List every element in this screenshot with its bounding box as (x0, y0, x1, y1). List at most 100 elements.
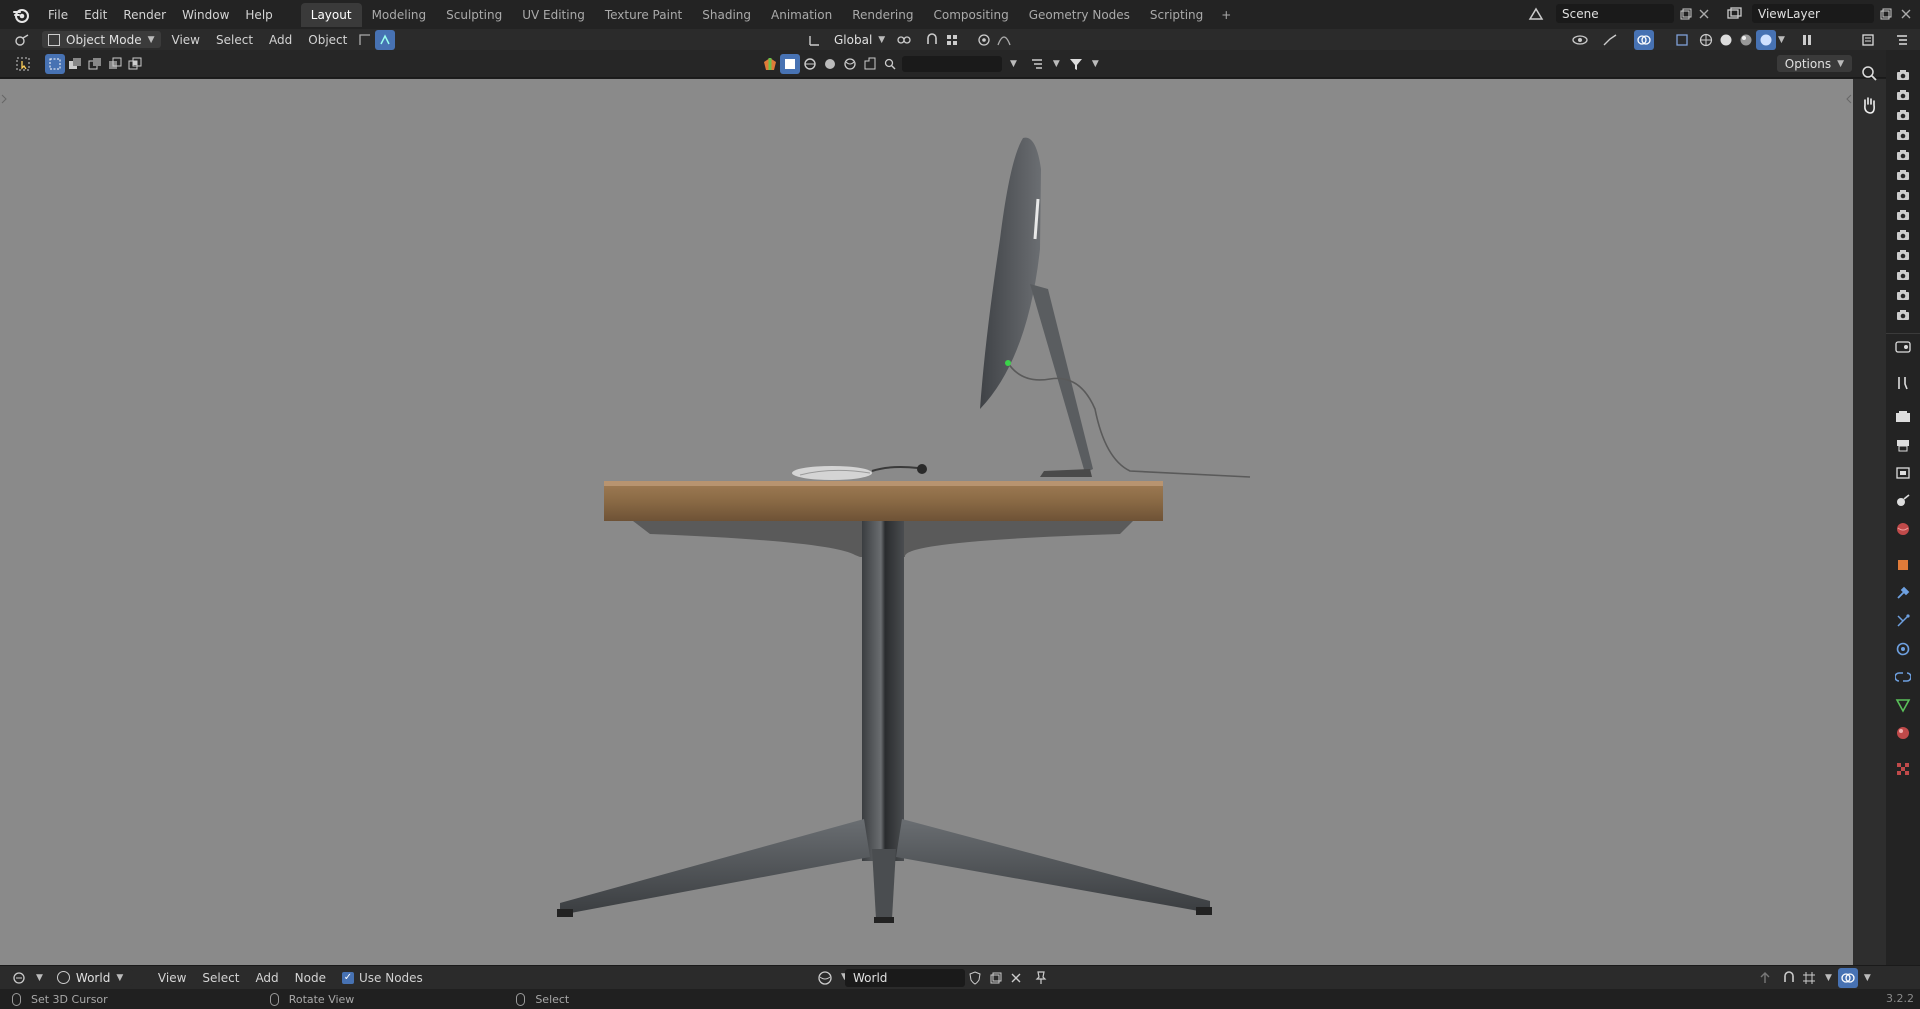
search-input[interactable] (902, 56, 1002, 72)
solid-shading-icon[interactable] (1716, 30, 1736, 50)
world-browse-icon[interactable] (815, 968, 835, 988)
options-button[interactable]: Options ▼ (1776, 55, 1852, 72)
blender-logo-icon[interactable] (8, 2, 34, 28)
xray-icon[interactable] (1672, 30, 1692, 50)
select-mode-subtract-icon[interactable] (85, 54, 105, 74)
tool-properties-icon[interactable] (1894, 374, 1912, 392)
camera-icon[interactable] (1895, 268, 1911, 282)
camera-icon[interactable] (1895, 108, 1911, 122)
camera-icon[interactable] (1895, 248, 1911, 262)
tab-scripting[interactable]: Scripting (1140, 3, 1213, 27)
render-properties-icon[interactable] (1894, 408, 1912, 426)
scene-properties-icon[interactable] (1894, 492, 1912, 510)
tab-shading[interactable]: Shading (692, 3, 761, 27)
fake-user-shield-icon[interactable] (965, 968, 985, 988)
menu-edit[interactable]: Edit (76, 5, 115, 25)
particles-properties-icon[interactable] (1894, 612, 1912, 630)
duplicate-world-icon[interactable] (986, 968, 1006, 988)
camera-icon[interactable] (1895, 288, 1911, 302)
select-mode-invert-icon[interactable] (105, 54, 125, 74)
sidebar-expand-arrow-icon[interactable] (1846, 94, 1852, 104)
tab-modeling[interactable]: Modeling (362, 3, 437, 27)
pause-render-icon[interactable] (1797, 30, 1817, 50)
camera-icon[interactable] (1895, 148, 1911, 162)
view-layer-properties-icon[interactable] (1894, 464, 1912, 482)
camera-icon[interactable] (1895, 208, 1911, 222)
filter-object-icon[interactable] (780, 54, 800, 74)
camera-icon[interactable] (1895, 68, 1911, 82)
pan-hand-icon[interactable] (1859, 95, 1879, 115)
outliner-icon[interactable] (1892, 30, 1912, 50)
toolbar-expand-arrow-icon[interactable] (1, 94, 7, 104)
overlays-icon[interactable] (1634, 30, 1654, 50)
select-mode-new-icon[interactable] (45, 53, 65, 74)
editor-type-icon[interactable] (12, 30, 32, 50)
delete-scene-icon[interactable] (1694, 4, 1714, 24)
camera-icon[interactable] (1895, 88, 1911, 102)
tab-layout[interactable]: Layout (300, 2, 362, 27)
use-nodes-toggle[interactable]: ✓ Use Nodes (342, 971, 423, 985)
node-menu-add[interactable]: Add (247, 969, 286, 987)
node-overlays-chevron-icon[interactable]: ▼ (1864, 973, 1871, 983)
pivot-point-icon[interactable] (894, 30, 914, 50)
snap-icon[interactable] (922, 30, 942, 50)
scene-browse-icon[interactable] (1526, 4, 1546, 24)
view-layer-field[interactable]: ViewLayer (1752, 4, 1874, 23)
menu-help[interactable]: Help (237, 5, 280, 25)
node-menu-view[interactable]: View (150, 969, 194, 987)
proportional-edit-icon[interactable] (375, 29, 396, 50)
filter-list-icon[interactable] (1027, 54, 1047, 74)
gizmo-icon[interactable] (1600, 30, 1620, 50)
select-mode-extend-icon[interactable] (65, 54, 85, 74)
properties-editor-icon[interactable] (1894, 338, 1912, 356)
funnel-filter-icon[interactable] (1066, 54, 1086, 74)
material-properties-icon[interactable] (1894, 724, 1912, 742)
menu-window[interactable]: Window (174, 5, 237, 25)
filter-world-icon[interactable] (840, 54, 860, 74)
zoom-icon[interactable] (1859, 63, 1879, 83)
filter-scene-icon[interactable] (760, 54, 780, 74)
tab-texture-paint[interactable]: Texture Paint (595, 3, 692, 27)
unlink-world-icon[interactable] (1006, 968, 1026, 988)
object-properties-icon[interactable] (1894, 556, 1912, 574)
menu-add[interactable]: Add (261, 31, 300, 49)
filter-list-chevron-icon[interactable]: ▼ (1053, 59, 1060, 69)
tab-compositing[interactable]: Compositing (923, 3, 1018, 27)
world-properties-icon[interactable] (1894, 520, 1912, 538)
editor-type-chevron-icon[interactable]: ▼ (36, 973, 43, 983)
node-snap-grid-icon[interactable] (1799, 968, 1819, 988)
world-name-field[interactable]: World (845, 969, 965, 987)
tab-rendering[interactable]: Rendering (842, 3, 923, 27)
texture-properties-icon[interactable] (1894, 760, 1912, 778)
parent-node-tree-icon[interactable] (1755, 968, 1775, 988)
monitor[interactable] (980, 137, 1251, 478)
node-snap-icon[interactable] (1779, 968, 1799, 988)
tab-sculpting[interactable]: Sculpting (436, 3, 512, 27)
tab-geometry-nodes[interactable]: Geometry Nodes (1019, 3, 1140, 27)
filter-mesh-icon[interactable] (800, 54, 820, 74)
camera-icon[interactable] (1895, 228, 1911, 242)
transform-orientation-dropdown[interactable]: Global ▼ (828, 32, 891, 49)
physics-properties-icon[interactable] (1894, 640, 1912, 658)
funnel-chevron-icon[interactable]: ▼ (1092, 59, 1099, 69)
snap-target-icon[interactable] (942, 30, 962, 50)
properties-toggle-icon[interactable] (1858, 30, 1878, 50)
view-layer-browse-icon[interactable] (1724, 4, 1744, 24)
rendered-shading-icon[interactable] (1756, 30, 1776, 50)
3d-viewport[interactable] (0, 79, 1853, 965)
node-menu-select[interactable]: Select (194, 969, 247, 987)
shader-type-dropdown[interactable]: World ▼ (50, 969, 133, 986)
output-properties-icon[interactable] (1894, 436, 1912, 454)
tab-animation[interactable]: Animation (761, 3, 842, 27)
menu-file[interactable]: File (40, 5, 76, 25)
add-workspace-button[interactable]: + (1213, 3, 1239, 27)
desk[interactable] (557, 481, 1212, 923)
new-view-layer-icon[interactable] (1876, 4, 1896, 24)
new-scene-icon[interactable] (1676, 4, 1696, 24)
data-properties-icon[interactable] (1894, 696, 1912, 714)
node-overlays-icon[interactable] (1837, 968, 1858, 988)
visibility-icon[interactable] (1570, 30, 1590, 50)
search-options-chevron-icon[interactable]: ▼ (1010, 59, 1017, 69)
camera-icon[interactable] (1895, 128, 1911, 142)
menu-object[interactable]: Object (300, 31, 355, 49)
